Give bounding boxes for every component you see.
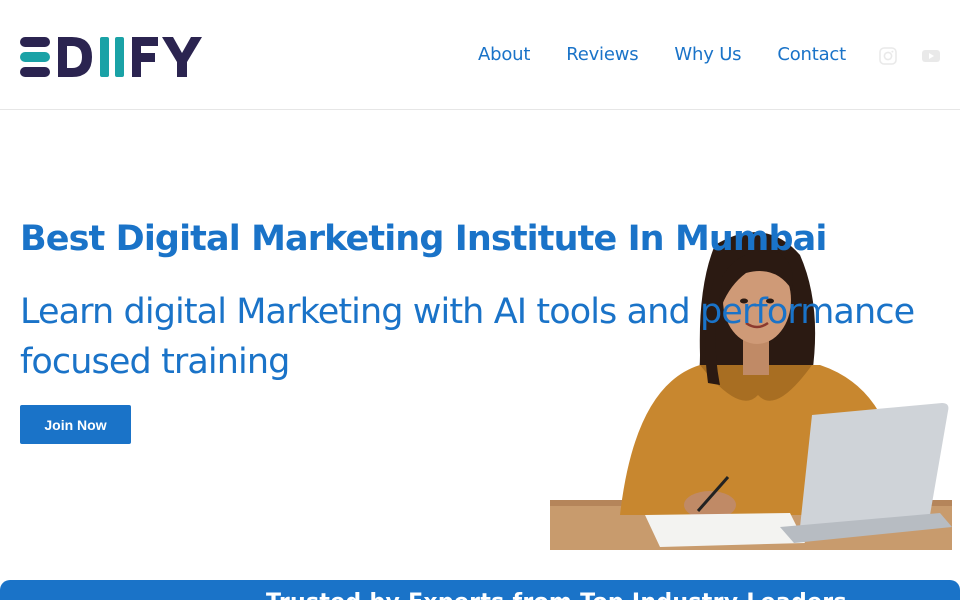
join-now-button[interactable]: Join Now [20, 405, 131, 444]
main-nav: About Reviews Why Us Contact [478, 44, 846, 65]
site-header: About Reviews Why Us Contact [0, 0, 960, 110]
trusted-banner: Trusted by Experts from Top Industry Lea… [0, 580, 960, 600]
hero-title: Best Digital Marketing Institute In Mumb… [20, 219, 827, 259]
nav-link-reviews[interactable]: Reviews [566, 44, 638, 65]
nav-link-about[interactable]: About [478, 44, 530, 65]
nav-link-why-us[interactable]: Why Us [674, 44, 741, 65]
instagram-icon[interactable] [879, 47, 897, 65]
nav-link-contact[interactable]: Contact [777, 44, 846, 65]
brand-logo[interactable] [20, 36, 204, 78]
trusted-banner-text: Trusted by Experts from Top Industry Lea… [266, 590, 847, 600]
hero-subtitle: Learn digital Marketing with AI tools an… [20, 292, 915, 382]
youtube-icon[interactable] [922, 47, 940, 65]
